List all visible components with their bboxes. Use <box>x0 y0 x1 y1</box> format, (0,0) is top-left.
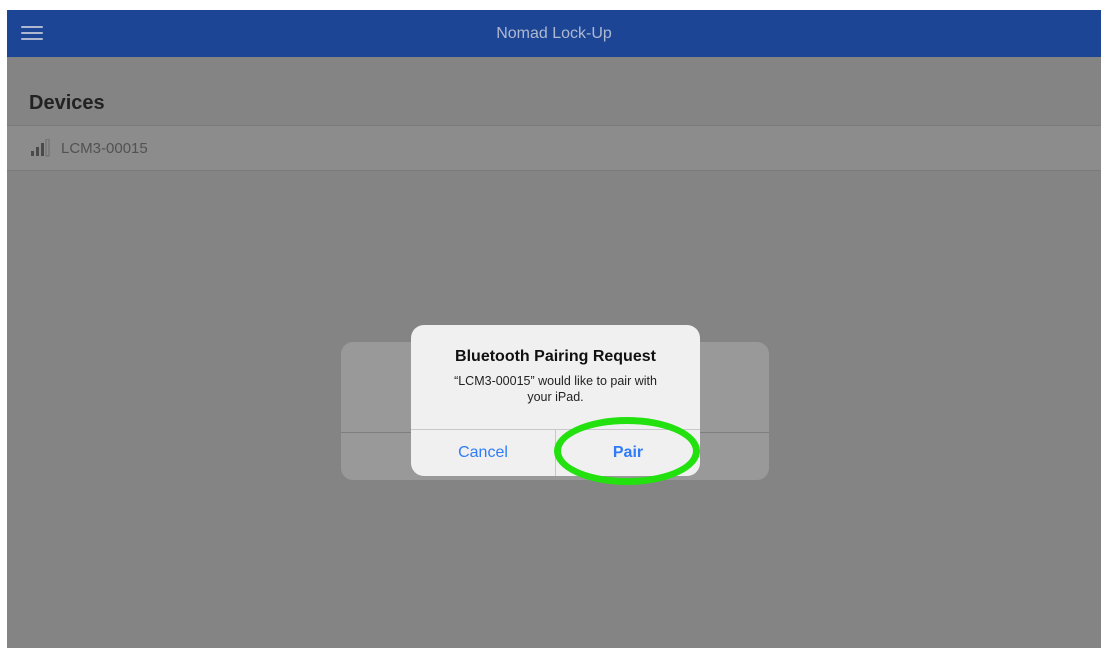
app-title: Nomad Lock-Up <box>496 24 612 42</box>
bluetooth-pairing-alert: Bluetooth Pairing Request “LCM3-00015” w… <box>411 325 700 476</box>
pair-button[interactable]: Pair <box>556 430 700 476</box>
alert-title: Bluetooth Pairing Request <box>455 348 656 365</box>
device-name: LCM3-00015 <box>61 139 148 157</box>
cancel-button[interactable]: Cancel <box>411 430 555 476</box>
app-screen: Nomad Lock-Up Devices LCM3-00015 Bluetoo… <box>7 10 1101 648</box>
navigation-bar: Nomad Lock-Up <box>7 10 1101 57</box>
alert-message: “LCM3-00015” would like to pair with you… <box>454 374 657 404</box>
device-list-item[interactable]: LCM3-00015 <box>7 125 1101 171</box>
hamburger-menu-icon[interactable] <box>21 23 43 43</box>
devices-section-title: Devices <box>29 92 105 114</box>
signal-strength-icon <box>31 139 50 157</box>
